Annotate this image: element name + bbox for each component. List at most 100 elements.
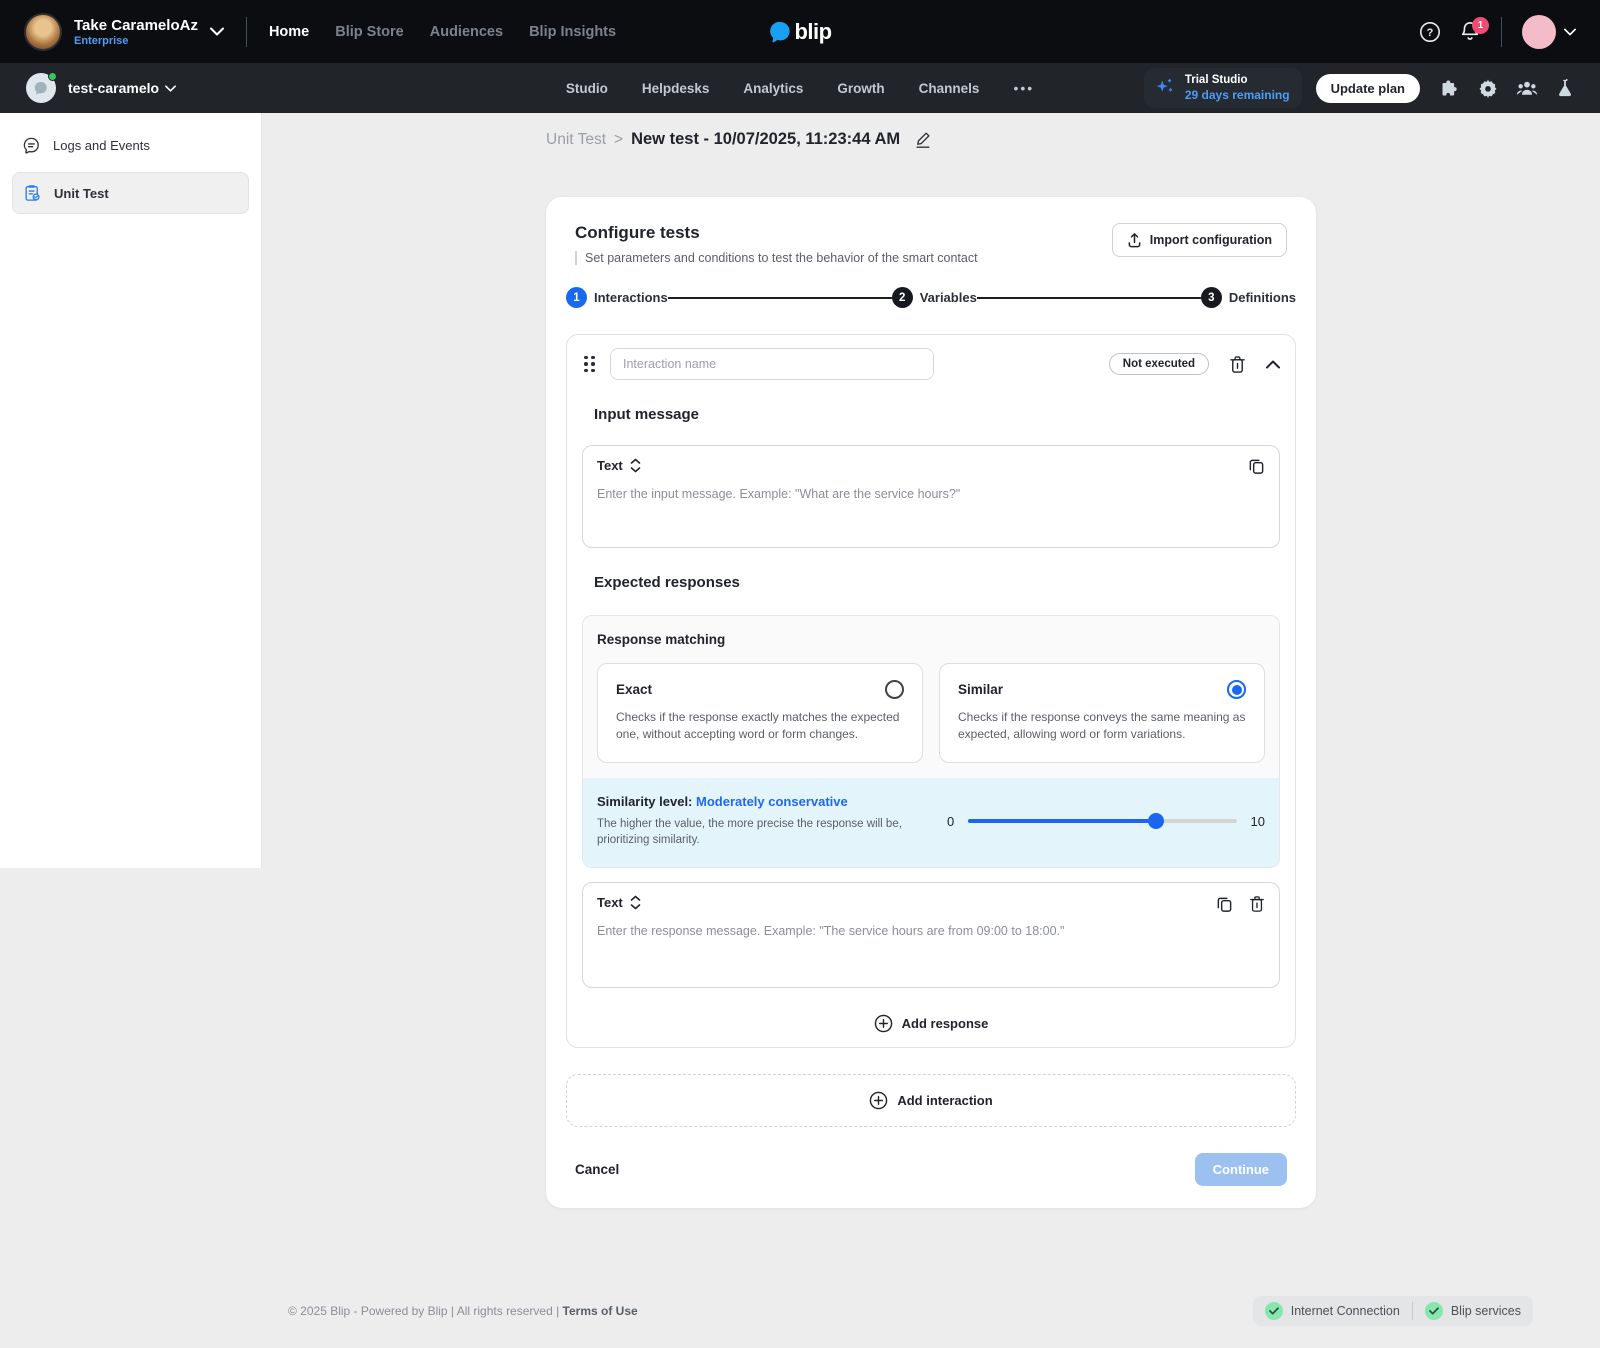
- profile-avatar: [1522, 15, 1556, 49]
- collapse-interaction-button[interactable]: [1266, 360, 1280, 369]
- logs-icon: [22, 136, 41, 155]
- update-plan-button[interactable]: Update plan: [1316, 74, 1420, 103]
- response-message-textarea[interactable]: [597, 924, 1265, 964]
- nav-blip-store[interactable]: Blip Store: [335, 24, 403, 40]
- add-interaction-area[interactable]: Add interaction: [566, 1074, 1296, 1127]
- workspace-nav: Studio Helpdesks Analytics Growth Channe…: [566, 80, 1034, 96]
- interaction-name-input[interactable]: [610, 348, 934, 380]
- workspace-switcher[interactable]: test-caramelo: [26, 73, 176, 103]
- nav-more-button[interactable]: •••: [1013, 80, 1034, 96]
- breadcrumb-separator: >: [614, 131, 623, 149]
- blip-logo: blip: [768, 19, 831, 45]
- breadcrumb-parent[interactable]: Unit Test: [546, 131, 606, 149]
- delete-response-button[interactable]: [1249, 895, 1265, 913]
- drag-handle[interactable]: [582, 354, 597, 375]
- copyright-text: © 2025 Blip - Powered by Blip | All righ…: [288, 1304, 638, 1318]
- nav-home[interactable]: Home: [269, 24, 309, 40]
- step-interactions[interactable]: 1 Interactions: [566, 287, 668, 308]
- nav-analytics[interactable]: Analytics: [743, 81, 803, 96]
- copy-icon: [1216, 896, 1233, 913]
- puzzle-icon[interactable]: [1440, 78, 1460, 98]
- similarity-slider-fill: [968, 819, 1156, 823]
- content-area: Logs and Events Unit Test Unit Test > Ne…: [0, 113, 1600, 1348]
- copy-response-button[interactable]: [1216, 895, 1233, 913]
- breadcrumb: Unit Test > New test - 10/07/2025, 11:23…: [546, 130, 1316, 149]
- plus-circle-icon: [869, 1091, 888, 1110]
- help-button[interactable]: ?: [1419, 21, 1441, 43]
- step-number: 2: [892, 287, 913, 308]
- import-configuration-button[interactable]: Import configuration: [1112, 223, 1287, 257]
- interaction-card: Not executed Input message Text: [566, 334, 1296, 1048]
- similarity-value-link[interactable]: Moderately conservative: [696, 794, 848, 809]
- nav-studio[interactable]: Studio: [566, 81, 608, 96]
- chatbot-bubble-icon: [33, 80, 49, 96]
- step-connector: [668, 297, 892, 299]
- edit-title-button[interactable]: [914, 130, 932, 149]
- unit-test-icon: [23, 183, 42, 203]
- response-matching-label: Response matching: [597, 632, 1265, 647]
- nav-audiences[interactable]: Audiences: [430, 24, 503, 40]
- configure-tests-card: Configure tests Set parameters and condi…: [546, 197, 1316, 1208]
- add-interaction-button[interactable]: Add interaction: [869, 1091, 992, 1110]
- top-bar: Take CarameloAz Enterprise Home Blip Sto…: [0, 0, 1600, 63]
- input-type-select[interactable]: Text: [597, 458, 641, 473]
- step-variables[interactable]: 2 Variables: [892, 287, 977, 308]
- matching-option-radio[interactable]: [1227, 680, 1246, 699]
- delete-interaction-button[interactable]: [1229, 355, 1246, 374]
- account-plan: Enterprise: [74, 35, 198, 47]
- copy-icon: [1248, 458, 1265, 475]
- chevron-down-icon: [165, 85, 176, 92]
- stepper: 1 Interactions 2 Variables 3 Definitions: [566, 287, 1296, 308]
- trash-icon: [1229, 355, 1246, 374]
- internet-connection-status: Internet Connection: [1265, 1302, 1400, 1320]
- step-definitions[interactable]: 3 Definitions: [1201, 287, 1296, 308]
- similarity-slider: 0 10: [947, 814, 1265, 829]
- nav-growth[interactable]: Growth: [837, 81, 884, 96]
- similarity-slider-thumb[interactable]: [1148, 813, 1164, 829]
- slider-max-label: 10: [1251, 814, 1265, 829]
- matching-option-exact[interactable]: Exact Checks if the response exactly mat…: [597, 663, 923, 763]
- page-title: New test - 10/07/2025, 11:23:44 AM: [631, 130, 900, 149]
- check-icon: [1425, 1302, 1443, 1320]
- nav-helpdesks[interactable]: Helpdesks: [642, 81, 710, 96]
- workspace-name: test-caramelo: [68, 80, 159, 96]
- profile-menu[interactable]: [1522, 15, 1576, 49]
- terms-of-use-link[interactable]: Terms of Use: [563, 1304, 638, 1318]
- divider: [1501, 17, 1502, 47]
- response-type-select[interactable]: Text: [597, 895, 641, 910]
- account-switcher[interactable]: Take CarameloAz Enterprise: [24, 13, 224, 51]
- cancel-button[interactable]: Cancel: [575, 1162, 619, 1177]
- account-avatar: [24, 13, 62, 51]
- chevron-down-icon: [210, 27, 224, 36]
- nav-blip-insights[interactable]: Blip Insights: [529, 24, 616, 40]
- copy-input-button[interactable]: [1248, 458, 1265, 475]
- continue-button[interactable]: Continue: [1195, 1153, 1287, 1186]
- flask-icon[interactable]: [1556, 78, 1574, 98]
- nav-channels[interactable]: Channels: [919, 81, 980, 96]
- trash-icon: [1249, 895, 1265, 913]
- similarity-slider-track[interactable]: [968, 819, 1236, 823]
- top-nav: Home Blip Store Audiences Blip Insights: [269, 24, 616, 40]
- account-name: Take CarameloAz: [74, 17, 198, 35]
- online-dot: [48, 72, 57, 81]
- blip-bubble-icon: [768, 20, 792, 44]
- option-title: Similar: [958, 682, 1003, 697]
- gear-icon[interactable]: [1478, 78, 1498, 98]
- card-subtitle: Set parameters and conditions to test th…: [575, 251, 978, 265]
- trial-days-remaining: 29 days remaining: [1185, 88, 1290, 103]
- sidebar-item-logs-and-events[interactable]: Logs and Events: [12, 127, 249, 164]
- users-icon[interactable]: [1516, 78, 1538, 98]
- add-response-button[interactable]: Add response: [874, 1014, 989, 1033]
- trial-banner: Trial Studio 29 days remaining: [1144, 68, 1302, 107]
- plus-circle-icon: [874, 1014, 893, 1033]
- blip-services-status: Blip services: [1425, 1302, 1521, 1320]
- blip-logo-text: blip: [794, 19, 831, 45]
- slider-min-label: 0: [947, 814, 954, 829]
- matching-option-similar[interactable]: Similar Checks if the response conveys t…: [939, 663, 1265, 763]
- matching-option-radio[interactable]: [885, 680, 904, 699]
- upload-icon: [1127, 232, 1142, 248]
- notifications-button[interactable]: 1: [1459, 21, 1481, 43]
- sidebar-item-unit-test[interactable]: Unit Test: [12, 172, 249, 214]
- input-message-textarea[interactable]: [597, 487, 1265, 527]
- sparkles-icon: [1154, 77, 1176, 99]
